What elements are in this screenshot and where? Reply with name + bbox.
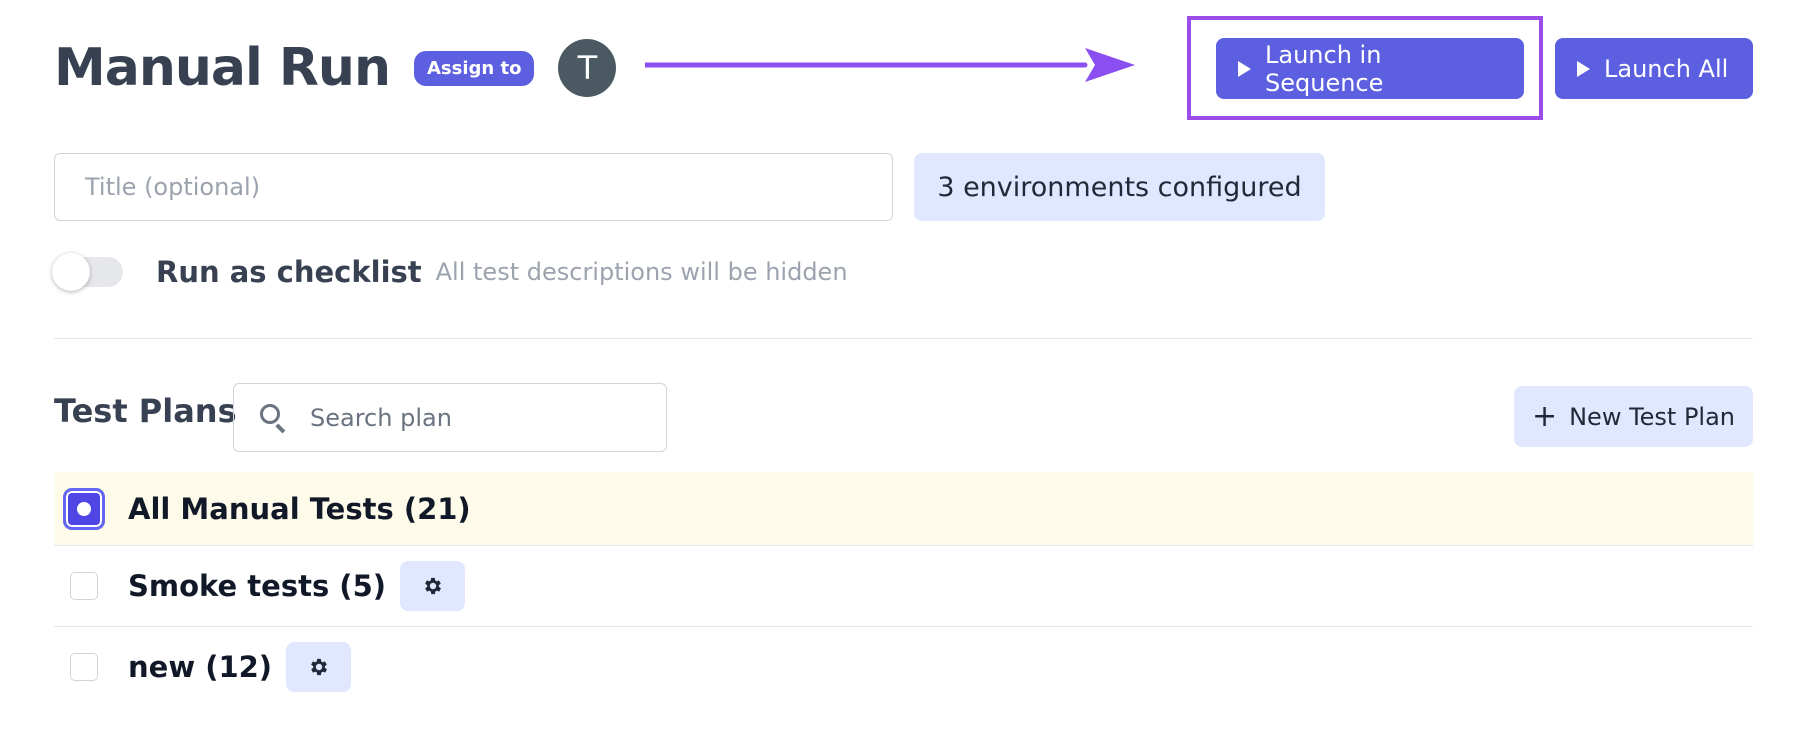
environments-button[interactable]: 3 environments configured [914,153,1325,221]
search-icon [260,403,288,433]
play-icon [1577,60,1590,77]
plan-checkbox[interactable] [70,653,98,681]
toggle-label: Run as checklist [156,255,422,289]
plan-row-new[interactable]: new (12) [54,627,1753,707]
gear-icon [310,658,327,676]
new-test-plan-label: New Test Plan [1569,402,1736,431]
plan-row-all-manual-tests[interactable]: All Manual Tests (21) [54,472,1753,546]
annotation-arrow-icon [645,48,1135,82]
plan-name: new (12) [128,650,273,684]
launch-in-sequence-label: Launch in Sequence [1265,40,1384,97]
play-icon [1238,60,1251,77]
search-plan-input[interactable] [310,403,640,432]
test-plans-heading: Test Plans [54,392,237,430]
title-input[interactable] [54,153,893,221]
launch-in-sequence-button[interactable]: Launch in Sequence [1216,38,1524,99]
plan-checkbox[interactable] [63,487,105,530]
page-header: Manual Run Assign to T [54,36,617,100]
plan-settings-button[interactable] [400,561,465,611]
avatar[interactable]: T [558,39,617,97]
launch-all-button[interactable]: Launch All [1555,38,1753,99]
toggle-hint: All test descriptions will be hidden [435,258,848,286]
checklist-toggle-row: Run as checklist All test descriptions w… [52,252,848,292]
plan-checkbox[interactable] [70,572,98,600]
plus-icon: + [1531,398,1558,434]
gear-icon [424,577,441,595]
page-title: Manual Run [54,38,391,98]
toggle-knob [52,253,90,291]
plan-settings-button[interactable] [286,642,352,692]
new-test-plan-button[interactable]: + New Test Plan [1514,386,1753,447]
search-plan-field[interactable] [233,383,667,452]
divider [54,338,1753,339]
plan-name: Smoke tests (5) [128,569,386,603]
plan-name: All Manual Tests (21) [128,491,471,526]
plan-row-smoke-tests[interactable]: Smoke tests (5) [54,546,1753,627]
run-as-checklist-toggle[interactable] [52,253,123,291]
assign-to-button[interactable]: Assign to [413,50,535,86]
launch-all-label: Launch All [1604,54,1729,83]
